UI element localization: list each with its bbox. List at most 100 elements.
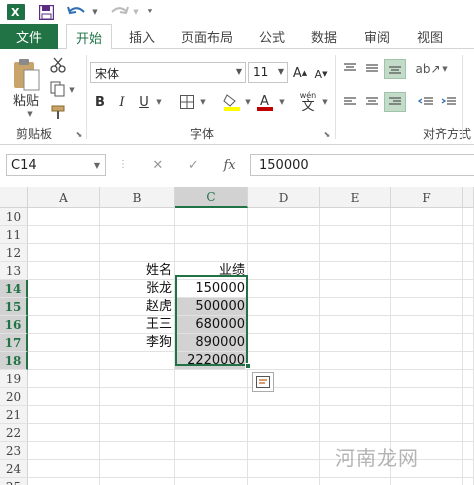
cell-empty[interactable] — [320, 316, 391, 334]
cell-empty[interactable] — [320, 406, 391, 424]
row-header[interactable]: 15 — [0, 298, 28, 316]
quick-analysis-icon[interactable] — [252, 372, 274, 392]
copy-dropdown-icon[interactable]: ▼ — [68, 85, 76, 95]
cell-name[interactable]: 李狗 — [100, 334, 175, 352]
font-name-select[interactable]: 宋体 ▼ — [90, 62, 246, 83]
increase-indent-icon[interactable] — [440, 95, 458, 109]
cell-empty[interactable] — [320, 280, 391, 298]
column-header[interactable]: D — [248, 187, 320, 208]
cell-value[interactable] — [175, 244, 248, 262]
undo-dropdown-icon[interactable]: ▼ — [90, 3, 100, 21]
column-header[interactable]: B — [100, 187, 175, 208]
cell-empty[interactable] — [391, 316, 463, 334]
decrease-indent-icon[interactable] — [417, 95, 435, 109]
cell-empty[interactable] — [28, 226, 100, 244]
cell-empty[interactable] — [391, 424, 463, 442]
cell-empty[interactable] — [391, 262, 463, 280]
cell-empty[interactable] — [248, 334, 320, 352]
cell-value[interactable] — [175, 388, 248, 406]
cell-empty[interactable] — [28, 388, 100, 406]
cell-empty[interactable] — [391, 478, 463, 485]
select-all-corner[interactable] — [0, 187, 28, 208]
row-header[interactable]: 25 — [0, 478, 28, 485]
borders-icon[interactable] — [178, 94, 196, 110]
cell-empty[interactable] — [320, 370, 391, 388]
cell-empty[interactable] — [248, 424, 320, 442]
borders-dropdown-icon[interactable]: ▼ — [198, 97, 208, 107]
cell-empty[interactable] — [391, 244, 463, 262]
align-right-icon[interactable] — [384, 92, 406, 112]
cell-empty[interactable] — [320, 388, 391, 406]
cell-empty[interactable] — [463, 316, 474, 334]
cell-empty[interactable] — [391, 208, 463, 226]
row-header[interactable]: 14 — [0, 280, 28, 298]
cell-empty[interactable] — [391, 226, 463, 244]
increase-font-size-icon[interactable]: A ▲ — [291, 63, 309, 83]
cell-empty[interactable] — [248, 352, 320, 370]
cell-empty[interactable] — [320, 208, 391, 226]
cell-empty[interactable] — [463, 388, 474, 406]
copy-icon[interactable] — [48, 80, 68, 98]
cell-name[interactable]: 张龙 — [100, 280, 175, 298]
cell-name[interactable] — [100, 442, 175, 460]
cell-empty[interactable] — [463, 244, 474, 262]
cell-empty[interactable] — [320, 478, 391, 485]
row-header[interactable]: 17 — [0, 334, 28, 352]
cell-name[interactable] — [100, 478, 175, 485]
cell-empty[interactable] — [391, 352, 463, 370]
bold-button[interactable]: B — [93, 94, 107, 110]
cell-empty[interactable] — [320, 262, 391, 280]
tab-page-layout[interactable]: 页面布局 — [181, 24, 233, 49]
cell-empty[interactable] — [248, 316, 320, 334]
cell-value[interactable] — [175, 442, 248, 460]
row-header[interactable]: 20 — [0, 388, 28, 406]
cell-empty[interactable] — [391, 406, 463, 424]
cell-value[interactable] — [175, 424, 248, 442]
redo-dropdown-icon[interactable]: ▼ — [131, 3, 141, 21]
tab-home[interactable]: 开始 — [66, 24, 113, 50]
row-header[interactable]: 19 — [0, 370, 28, 388]
cell-name[interactable]: 赵虎 — [100, 298, 175, 316]
cell-empty[interactable] — [28, 298, 100, 316]
cell-empty[interactable] — [320, 226, 391, 244]
row-header[interactable]: 23 — [0, 442, 28, 460]
cut-icon[interactable] — [48, 56, 68, 74]
row-header[interactable]: 22 — [0, 424, 28, 442]
cell-value[interactable] — [175, 226, 248, 244]
cell-name[interactable]: 王三 — [100, 316, 175, 334]
cell-empty[interactable] — [28, 262, 100, 280]
cell-empty[interactable] — [28, 370, 100, 388]
align-left-icon[interactable] — [341, 95, 359, 109]
row-header[interactable]: 24 — [0, 460, 28, 478]
cell-name[interactable] — [100, 244, 175, 262]
orientation-dropdown-icon[interactable]: ▼ — [440, 64, 450, 74]
tab-data[interactable]: 数据 — [311, 24, 337, 49]
cell-empty[interactable] — [463, 406, 474, 424]
cell-empty[interactable] — [463, 298, 474, 316]
cell-value-selected[interactable]: 150000 — [175, 280, 248, 298]
cell-value[interactable] — [175, 370, 248, 388]
underline-dropdown-icon[interactable]: ▼ — [154, 97, 164, 107]
row-header[interactable]: 21 — [0, 406, 28, 424]
cell-empty[interactable] — [463, 208, 474, 226]
cell-empty[interactable] — [28, 406, 100, 424]
cell-empty[interactable] — [28, 478, 100, 485]
tab-file[interactable]: 文件 — [0, 24, 58, 49]
fill-handle[interactable] — [245, 363, 251, 369]
cell-empty[interactable] — [463, 424, 474, 442]
cell-value[interactable]: 业绩 — [175, 262, 248, 280]
cell-empty[interactable] — [248, 226, 320, 244]
cell-value-selected[interactable]: 890000 — [175, 334, 248, 352]
cell-empty[interactable] — [463, 370, 474, 388]
cell-empty[interactable] — [28, 280, 100, 298]
cell-value[interactable] — [175, 208, 248, 226]
tab-insert[interactable]: 插入 — [129, 24, 155, 49]
cell-empty[interactable] — [391, 298, 463, 316]
underline-button[interactable]: U — [137, 94, 151, 110]
align-bottom-icon[interactable] — [384, 59, 406, 79]
cell-name[interactable] — [100, 424, 175, 442]
cell-empty[interactable] — [28, 424, 100, 442]
insert-function-icon[interactable]: fx — [223, 158, 235, 173]
cell-empty[interactable] — [248, 460, 320, 478]
undo-icon[interactable] — [66, 3, 88, 21]
